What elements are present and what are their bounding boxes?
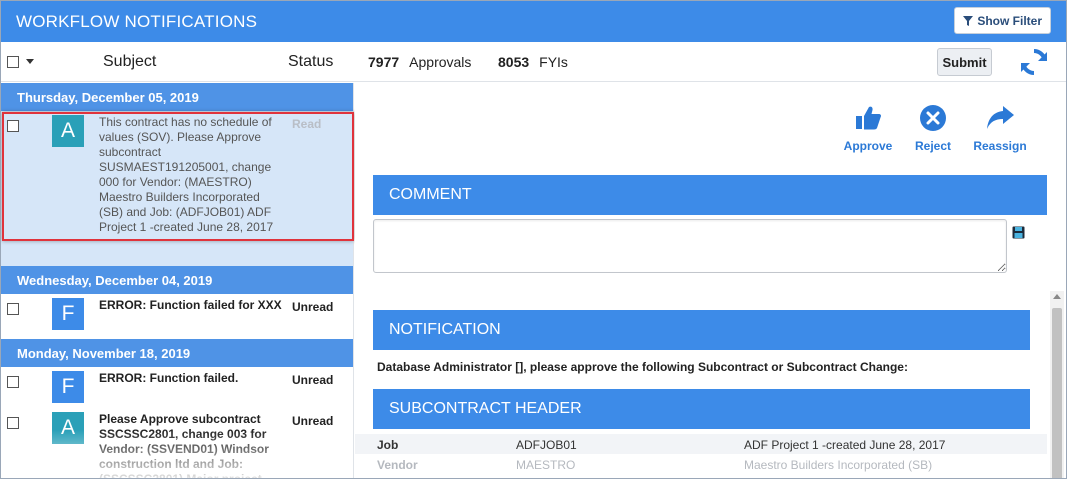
field-label: Job <box>377 438 399 452</box>
reassign-icon <box>987 106 1014 129</box>
item-subject: ERROR: Function failed. <box>99 371 239 385</box>
reject-button[interactable]: Reject <box>901 103 965 153</box>
scrollbar-thumb[interactable] <box>1052 308 1062 478</box>
thumbs-up-icon <box>856 106 881 130</box>
notification-detail-pane: Approve Reject Reassign COMMENT NOTIFICA… <box>355 83 1066 478</box>
approvals-label: Approvals <box>409 54 472 70</box>
field-code: MAESTRO <box>516 458 576 472</box>
show-filter-button[interactable]: Show Filter <box>954 7 1051 34</box>
table-row: Job ADFJOB01 ADF Project 1 -created June… <box>355 434 1047 454</box>
approvals-count: 7977 <box>368 54 400 70</box>
item-status: Unread <box>292 414 334 428</box>
submit-button[interactable]: Submit <box>937 48 992 76</box>
list-toolbar: Subject Status 7977 Approvals 8053 FYIs Su… <box>1 42 1066 82</box>
subcontract-header-section: SUBCONTRACT HEADER <box>373 389 1030 429</box>
subject-column-header[interactable]: Subject <box>103 53 156 71</box>
reassign-label: Reassign <box>973 139 1027 153</box>
date-group-header: Monday, November 18, 2019 <box>1 339 353 367</box>
notification-message: Database Administrator [], please approv… <box>377 360 908 374</box>
avatar: A <box>52 412 84 444</box>
list-item[interactable]: F ERROR: Function failed for XXX Unread <box>1 294 353 339</box>
approve-label: Approve <box>843 139 893 153</box>
title-bar: WORKFLOW NOTIFICATIONS Show Filter <box>1 1 1066 42</box>
list-item[interactable]: A Please Approve subcontract SSCSSC2801,… <box>1 408 353 479</box>
date-group-header: Wednesday, December 04, 2019 <box>1 266 353 294</box>
fyis-label: FYIs <box>539 54 568 70</box>
reject-label: Reject <box>914 139 952 153</box>
item-checkbox[interactable] <box>7 303 19 315</box>
scroll-up-icon[interactable] <box>1053 294 1061 299</box>
reassign-button[interactable]: Reassign <box>968 103 1032 153</box>
comment-section-header: COMMENT <box>373 175 1047 215</box>
fyis-filter[interactable]: 8053 FYIs <box>498 54 568 70</box>
avatar: F <box>52 298 84 330</box>
approvals-filter[interactable]: 7977 Approvals <box>368 54 471 70</box>
comment-input[interactable] <box>373 219 1007 273</box>
item-checkbox[interactable] <box>7 120 19 132</box>
fyis-count: 8053 <box>498 54 530 70</box>
detail-scrollbar[interactable] <box>1050 291 1064 478</box>
filter-icon <box>963 15 974 26</box>
reject-icon <box>920 105 946 131</box>
item-checkbox[interactable] <box>7 417 19 429</box>
list-item[interactable]: A This contract has no schedule of value… <box>1 111 353 266</box>
table-row: Vendor MAESTRO Maestro Builders Incorpor… <box>355 454 1047 474</box>
field-label: Vendor <box>377 458 418 472</box>
refresh-icon[interactable] <box>1018 46 1050 78</box>
status-column-header[interactable]: Status <box>288 53 333 71</box>
field-code: ADFJOB01 <box>516 438 577 452</box>
field-description: Maestro Builders Incorporated (SB) <box>744 458 933 472</box>
approve-button[interactable]: Approve <box>836 103 900 153</box>
item-status: Unread <box>292 373 334 387</box>
list-item[interactable]: F ERROR: Function failed. Unread <box>1 367 353 408</box>
item-checkbox[interactable] <box>7 376 19 388</box>
field-description: ADF Project 1 -created June 28, 2017 <box>744 438 946 452</box>
item-status: Read <box>292 117 322 131</box>
item-status: Unread <box>292 300 334 314</box>
workflow-notifications-window: WORKFLOW NOTIFICATIONS Show Filter Subje… <box>0 0 1067 479</box>
avatar: F <box>52 371 84 403</box>
show-filter-label: Show Filter <box>977 13 1042 28</box>
notification-section-header: NOTIFICATION <box>373 310 1030 350</box>
select-all-checkbox[interactable] <box>7 56 19 68</box>
window-title: WORKFLOW NOTIFICATIONS <box>16 12 258 31</box>
date-group-header: Thursday, December 05, 2019 <box>1 83 353 111</box>
chevron-down-icon[interactable] <box>26 59 34 64</box>
avatar: A <box>52 115 84 147</box>
item-subject: This contract has no schedule of values … <box>99 115 274 234</box>
save-icon[interactable] <box>1012 226 1025 239</box>
item-subject: ERROR: Function failed for XXX <box>99 298 282 312</box>
item-subject: Please Approve subcontract SSCSSC2801, c… <box>99 412 269 479</box>
notification-list: Thursday, December 05, 2019 A This contr… <box>1 83 354 479</box>
